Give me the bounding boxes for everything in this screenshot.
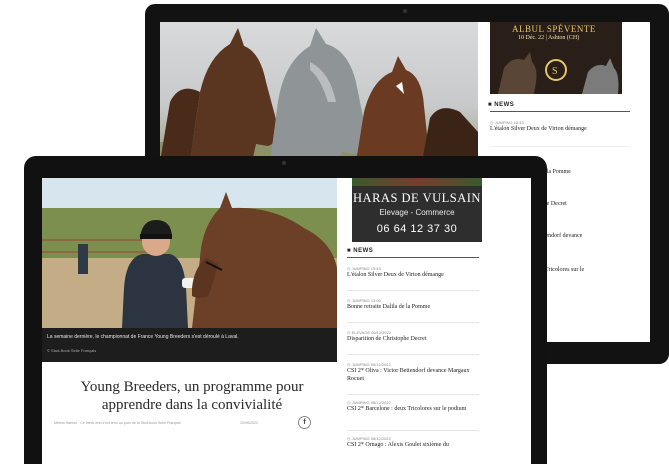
news-divider [347,257,479,258]
horses-photo [160,22,478,162]
news-title: L'étalon Silver Deux de Virton démange [347,272,444,278]
news-item[interactable]: ◷ JUMPING 15:43 L'étalon Silver Deux de … [347,266,444,279]
back-news-heading: NEWS [494,102,515,108]
divider [490,146,630,147]
news-item[interactable]: ◷ ELEVAGE 06/12/2022 Disparition de Chri… [347,330,426,343]
divider [347,354,479,355]
news-title: Bonne retraite Dalila de la Pomme [347,304,431,310]
news-title: L'étalon Silver Deux de Virton démange [490,126,587,132]
photo-credit: © Stud-Book Selle Français [47,348,97,353]
article-date: 20/06/2022 [240,421,258,425]
ad-top-strip [352,178,482,186]
news-item[interactable]: ◷ JUMPING 06/12/2022 CSI 2* Barcelone : … [347,400,481,413]
front-news-heading: NEWS [353,248,374,254]
horses-illustration [160,28,478,162]
rider-with-horse-photo [42,178,337,328]
news-title: CSI 2* Barcelone : deux Tricolores sur l… [347,406,467,412]
auction-banner[interactable]: ALBUL SPÉVENTE 10 Déc. 22 | Ashton (CH) … [490,22,622,94]
camera-icon [403,9,407,13]
article-title: Young Breeders, un programme pour appren… [80,379,304,413]
back-news-item[interactable]: ◷ JUMPING 15:43 L'étalon Silver Deux de … [490,120,587,133]
news-item[interactable]: ◷ JUMPING 06/12/2022 CSI 2* Ornago : Ale… [347,436,481,449]
divider [347,322,479,323]
camera-icon [282,161,286,165]
divider [347,430,479,431]
photo-caption-bar: La semaine dernière, le championnat de F… [42,328,337,362]
divider [347,394,479,395]
news-item[interactable]: ◷ JUMPING 13:06 Bonne retraite Dalila de… [347,298,430,311]
ad-phone: 06 64 12 37 30 [376,223,458,235]
facebook-share-icon[interactable]: f [298,416,311,429]
auction-horses-illustration: S [498,52,619,94]
article-byline: Mélina Hamon · Ce week-end s'est tenu au… [54,421,181,425]
front-sidebar: HARAS DE VULSAIN Elevage - Commerce 06 6… [342,178,527,464]
news-title: CSI 2* Ornago : Alexis Goulet sixième du [347,442,449,448]
news-title: CSI 2* Oliva : Victor Bettendorf devance… [347,368,470,382]
news-item[interactable]: ◷ JUMPING 06/12/2022 CSI 2* Oliva : Vict… [347,362,481,383]
svg-text:S: S [552,66,558,77]
ad-name: HARAS DE VULSAIN [353,191,481,205]
news-title: Disparition de Christophe Decret [347,336,427,342]
photo-caption: La semaine dernière, le championnat de F… [47,334,239,340]
ad-subtitle: Elevage - Commerce [379,208,455,217]
news-divider [490,111,630,112]
front-monitor: La semaine dernière, le championnat de F… [24,156,547,464]
front-screen: La semaine dernière, le championnat de F… [42,178,531,464]
haras-ad-banner[interactable]: HARAS DE VULSAIN Elevage - Commerce 06 6… [352,178,482,242]
divider [347,290,479,291]
rider-illustration [42,178,337,328]
